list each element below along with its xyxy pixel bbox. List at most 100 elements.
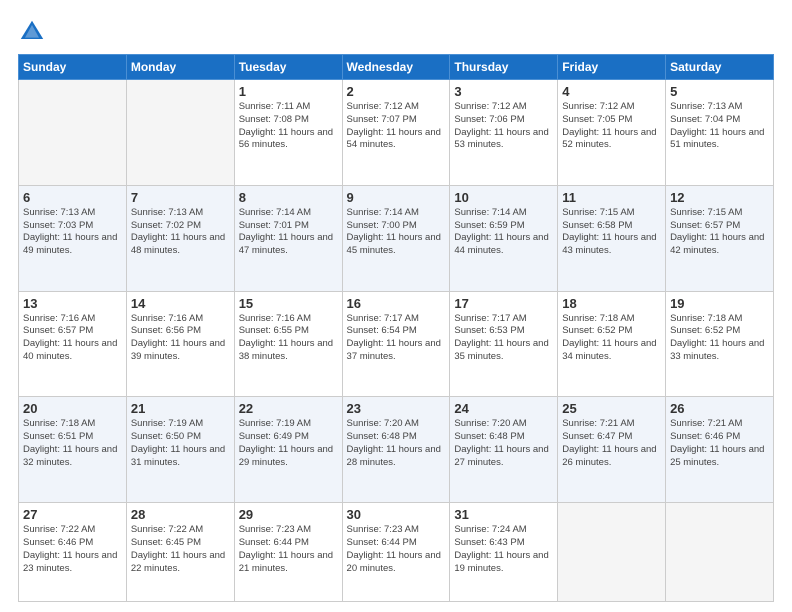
calendar-cell: 15 Sunrise: 7:16 AMSunset: 6:55 PMDayligh… — [234, 291, 342, 397]
calendar-day-header: Friday — [558, 55, 666, 80]
day-number: 31 — [454, 507, 553, 522]
calendar-week-row: 13 Sunrise: 7:16 AMSunset: 6:57 PMDayligh… — [19, 291, 774, 397]
cell-info: Sunrise: 7:16 AMSunset: 6:56 PMDaylight:… — [131, 313, 230, 364]
day-number: 12 — [670, 190, 769, 205]
calendar-cell — [666, 503, 774, 602]
day-number: 1 — [239, 84, 338, 99]
day-number: 17 — [454, 296, 553, 311]
calendar-cell: 22 Sunrise: 7:19 AMSunset: 6:49 PMDayligh… — [234, 397, 342, 503]
day-number: 15 — [239, 296, 338, 311]
day-number: 20 — [23, 401, 122, 416]
day-number: 29 — [239, 507, 338, 522]
logo-icon — [18, 18, 46, 46]
calendar-cell: 11Sunrise: 7:15 AMSunset: 6:58 PMDayligh… — [558, 185, 666, 291]
calendar-day-header: Wednesday — [342, 55, 450, 80]
cell-info: Sunrise: 7:22 AMSunset: 6:46 PMDaylight:… — [23, 524, 122, 575]
cell-info: Sunrise: 7:12 AMSunset: 7:06 PMDaylight:… — [454, 101, 553, 152]
cell-info: Sunrise: 7:16 AMSunset: 6:55 PMDaylight:… — [239, 313, 338, 364]
day-number: 14 — [131, 296, 230, 311]
day-number: 5 — [670, 84, 769, 99]
cell-info: Sunrise: 7:20 AMSunset: 6:48 PMDaylight:… — [347, 418, 446, 469]
calendar-week-row: 27Sunrise: 7:22 AMSunset: 6:46 PMDayligh… — [19, 503, 774, 602]
calendar-week-row: 20 Sunrise: 7:18 AMSunset: 6:51 PMDayligh… — [19, 397, 774, 503]
calendar-day-header: Sunday — [19, 55, 127, 80]
day-number: 2 — [347, 84, 446, 99]
calendar-cell: 5Sunrise: 7:13 AMSunset: 7:04 PMDaylight… — [666, 80, 774, 186]
cell-info: Sunrise: 7:17 AMSunset: 6:53 PMDaylight:… — [454, 313, 553, 364]
cell-info: Sunrise: 7:24 AMSunset: 6:43 PMDaylight:… — [454, 524, 553, 575]
calendar-cell: 14 Sunrise: 7:16 AMSunset: 6:56 PMDayligh… — [126, 291, 234, 397]
day-number: 7 — [131, 190, 230, 205]
calendar-header-row: SundayMondayTuesdayWednesdayThursdayFrid… — [19, 55, 774, 80]
day-number: 10 — [454, 190, 553, 205]
cell-info: Sunrise: 7:13 AMSunset: 7:03 PMDaylight:… — [23, 207, 122, 258]
calendar-cell: 19 Sunrise: 7:18 AMSunset: 6:52 PMDayligh… — [666, 291, 774, 397]
calendar-day-header: Tuesday — [234, 55, 342, 80]
cell-info: Sunrise: 7:12 AMSunset: 7:07 PMDaylight:… — [347, 101, 446, 152]
day-number: 3 — [454, 84, 553, 99]
day-number: 24 — [454, 401, 553, 416]
day-number: 16 — [347, 296, 446, 311]
calendar-cell: 18 Sunrise: 7:18 AMSunset: 6:52 PMDayligh… — [558, 291, 666, 397]
calendar-cell: 20 Sunrise: 7:18 AMSunset: 6:51 PMDayligh… — [19, 397, 127, 503]
calendar-cell: 24 Sunrise: 7:20 AMSunset: 6:48 PMDayligh… — [450, 397, 558, 503]
cell-info: Sunrise: 7:22 AMSunset: 6:45 PMDaylight:… — [131, 524, 230, 575]
calendar-cell: 7 Sunrise: 7:13 AMSunset: 7:02 PMDaylight… — [126, 185, 234, 291]
day-number: 23 — [347, 401, 446, 416]
cell-info: Sunrise: 7:21 AMSunset: 6:47 PMDaylight:… — [562, 418, 661, 469]
cell-info: Sunrise: 7:13 AMSunset: 7:02 PMDaylight:… — [131, 207, 230, 258]
calendar-day-header: Saturday — [666, 55, 774, 80]
calendar-cell: 16 Sunrise: 7:17 AMSunset: 6:54 PMDayligh… — [342, 291, 450, 397]
day-number: 22 — [239, 401, 338, 416]
calendar-cell: 8 Sunrise: 7:14 AMSunset: 7:01 PMDaylight… — [234, 185, 342, 291]
cell-info: Sunrise: 7:20 AMSunset: 6:48 PMDaylight:… — [454, 418, 553, 469]
day-number: 25 — [562, 401, 661, 416]
calendar-cell: 27Sunrise: 7:22 AMSunset: 6:46 PMDayligh… — [19, 503, 127, 602]
cell-info: Sunrise: 7:17 AMSunset: 6:54 PMDaylight:… — [347, 313, 446, 364]
calendar-cell — [126, 80, 234, 186]
cell-info: Sunrise: 7:19 AMSunset: 6:50 PMDaylight:… — [131, 418, 230, 469]
calendar-cell: 3 Sunrise: 7:12 AMSunset: 7:06 PMDaylight… — [450, 80, 558, 186]
header — [18, 18, 774, 46]
calendar-cell: 21 Sunrise: 7:19 AMSunset: 6:50 PMDayligh… — [126, 397, 234, 503]
cell-info: Sunrise: 7:14 AMSunset: 6:59 PMDaylight:… — [454, 207, 553, 258]
day-number: 19 — [670, 296, 769, 311]
day-number: 6 — [23, 190, 122, 205]
cell-info: Sunrise: 7:18 AMSunset: 6:51 PMDaylight:… — [23, 418, 122, 469]
cell-info: Sunrise: 7:14 AMSunset: 7:01 PMDaylight:… — [239, 207, 338, 258]
logo — [18, 18, 50, 46]
cell-info: Sunrise: 7:18 AMSunset: 6:52 PMDaylight:… — [562, 313, 661, 364]
cell-info: Sunrise: 7:23 AMSunset: 6:44 PMDaylight:… — [347, 524, 446, 575]
cell-info: Sunrise: 7:15 AMSunset: 6:58 PMDaylight:… — [562, 207, 661, 258]
day-number: 21 — [131, 401, 230, 416]
calendar-cell — [19, 80, 127, 186]
day-number: 8 — [239, 190, 338, 205]
calendar-cell: 28Sunrise: 7:22 AMSunset: 6:45 PMDayligh… — [126, 503, 234, 602]
day-number: 26 — [670, 401, 769, 416]
cell-info: Sunrise: 7:15 AMSunset: 6:57 PMDaylight:… — [670, 207, 769, 258]
day-number: 4 — [562, 84, 661, 99]
cell-info: Sunrise: 7:21 AMSunset: 6:46 PMDaylight:… — [670, 418, 769, 469]
cell-info: Sunrise: 7:11 AMSunset: 7:08 PMDaylight:… — [239, 101, 338, 152]
calendar-cell: 25 Sunrise: 7:21 AMSunset: 6:47 PMDayligh… — [558, 397, 666, 503]
calendar-cell: 29 Sunrise: 7:23 AMSunset: 6:44 PMDayligh… — [234, 503, 342, 602]
calendar-cell: 12 Sunrise: 7:15 AMSunset: 6:57 PMDayligh… — [666, 185, 774, 291]
calendar-cell: 2 Sunrise: 7:12 AMSunset: 7:07 PMDaylight… — [342, 80, 450, 186]
calendar-day-header: Thursday — [450, 55, 558, 80]
day-number: 30 — [347, 507, 446, 522]
cell-info: Sunrise: 7:12 AMSunset: 7:05 PMDaylight:… — [562, 101, 661, 152]
cell-info: Sunrise: 7:16 AMSunset: 6:57 PMDaylight:… — [23, 313, 122, 364]
calendar-cell: 6 Sunrise: 7:13 AMSunset: 7:03 PMDaylight… — [19, 185, 127, 291]
cell-info: Sunrise: 7:18 AMSunset: 6:52 PMDaylight:… — [670, 313, 769, 364]
calendar-week-row: 1 Sunrise: 7:11 AMSunset: 7:08 PMDaylight… — [19, 80, 774, 186]
cell-info: Sunrise: 7:23 AMSunset: 6:44 PMDaylight:… — [239, 524, 338, 575]
calendar-week-row: 6 Sunrise: 7:13 AMSunset: 7:03 PMDaylight… — [19, 185, 774, 291]
calendar-cell: 1 Sunrise: 7:11 AMSunset: 7:08 PMDaylight… — [234, 80, 342, 186]
day-number: 18 — [562, 296, 661, 311]
calendar-cell: 23 Sunrise: 7:20 AMSunset: 6:48 PMDayligh… — [342, 397, 450, 503]
page: SundayMondayTuesdayWednesdayThursdayFrid… — [0, 0, 792, 612]
cell-info: Sunrise: 7:19 AMSunset: 6:49 PMDaylight:… — [239, 418, 338, 469]
calendar-cell: 30 Sunrise: 7:23 AMSunset: 6:44 PMDayligh… — [342, 503, 450, 602]
calendar-cell: 13 Sunrise: 7:16 AMSunset: 6:57 PMDayligh… — [19, 291, 127, 397]
day-number: 13 — [23, 296, 122, 311]
